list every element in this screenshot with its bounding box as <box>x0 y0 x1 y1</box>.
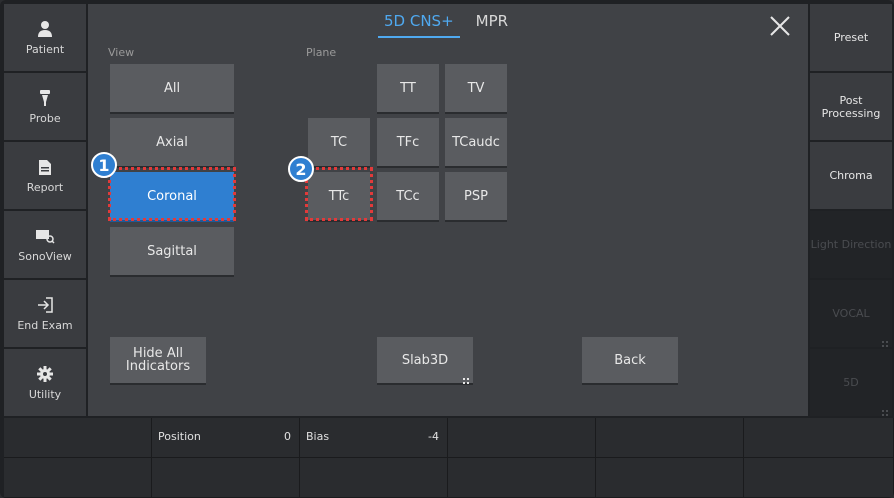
param-cell-empty <box>300 458 448 498</box>
plane-section-label: Plane <box>306 46 337 59</box>
sidebar-item-post-processing[interactable]: Post Processing <box>810 73 892 141</box>
bias-label: Bias <box>306 430 330 443</box>
plane-tt-button[interactable]: TT <box>377 64 439 114</box>
annotation-badge-1: 1 <box>91 152 117 178</box>
plane-tfc-button[interactable]: TFc <box>377 118 439 168</box>
param-cell-empty <box>596 418 744 458</box>
mode-tabs: 5D CNS+ MPR <box>378 10 514 40</box>
plane-tc-button[interactable]: TC <box>308 118 370 168</box>
grip-icon <box>882 337 888 347</box>
sidebar-item-5d: 5D <box>810 349 892 417</box>
plane-tcc-button[interactable]: TCc <box>377 172 439 222</box>
tab-5d-cns[interactable]: 5D CNS+ <box>378 10 460 38</box>
param-cell-empty <box>4 458 152 498</box>
sidebar-item-sonoview[interactable]: SonoView <box>4 211 86 279</box>
right-sidebar: Preset Post Processing Chroma Light Dire… <box>810 4 894 417</box>
sidebar-item-label: SonoView <box>18 250 72 263</box>
sidebar-item-probe[interactable]: Probe <box>4 73 86 141</box>
sidebar-item-label: Patient <box>25 43 65 56</box>
sidebar-item-patient[interactable]: Patient <box>4 4 86 72</box>
param-cell-empty <box>152 458 300 498</box>
view-sagittal-button[interactable]: Sagittal <box>110 227 234 277</box>
sidebar-item-label: Report <box>26 181 64 194</box>
position-label: Position <box>158 430 201 443</box>
probe-icon <box>35 88 55 108</box>
param-cell-empty <box>448 458 596 498</box>
sidebar-item-utility[interactable]: Utility <box>4 349 86 417</box>
sonoview-icon <box>35 226 55 246</box>
slab3d-button[interactable]: Slab3D <box>377 337 473 385</box>
bias-parameter[interactable]: Bias -4 <box>300 418 448 458</box>
sidebar-item-report[interactable]: Report <box>4 142 86 210</box>
exit-icon <box>35 295 55 315</box>
parameter-bar: Position 0 Bias -4 <box>4 418 894 498</box>
plane-tv-button[interactable]: TV <box>445 64 507 114</box>
plane-psp-button[interactable]: PSP <box>445 172 507 222</box>
param-cell-empty <box>744 458 894 498</box>
sidebar-item-vocal: VOCAL <box>810 280 892 348</box>
plane-tcaudc-button[interactable]: TCaudc <box>445 118 507 168</box>
annotation-badge-2: 2 <box>288 156 314 182</box>
position-parameter[interactable]: Position 0 <box>152 418 300 458</box>
back-button[interactable]: Back <box>582 337 678 385</box>
person-icon <box>35 19 55 39</box>
position-value: 0 <box>284 430 291 443</box>
sidebar-item-label: End Exam <box>17 319 73 332</box>
param-cell-empty <box>744 418 894 458</box>
view-all-button[interactable]: All <box>110 64 234 114</box>
document-icon <box>35 157 55 177</box>
plane-ttc-button[interactable]: TTc <box>308 172 370 222</box>
bias-value: -4 <box>428 430 439 443</box>
sidebar-item-end-exam[interactable]: End Exam <box>4 280 86 348</box>
left-sidebar: Patient Probe Report SonoView End Exam U… <box>4 4 86 417</box>
sidebar-item-light-direction: Light Direction <box>810 211 892 279</box>
view-axial-button[interactable]: Axial <box>110 118 234 168</box>
5d-label: 5D <box>843 376 859 389</box>
sidebar-item-preset[interactable]: Preset <box>810 4 892 72</box>
grip-icon <box>463 374 469 384</box>
sidebar-item-chroma[interactable]: Chroma <box>810 142 892 210</box>
hide-all-indicators-button[interactable]: Hide All Indicators <box>110 337 206 385</box>
tab-mpr[interactable]: MPR <box>470 10 514 36</box>
vocal-label: VOCAL <box>832 307 870 320</box>
slab3d-label: Slab3D <box>401 352 449 368</box>
gear-icon <box>35 364 55 384</box>
param-cell-empty <box>4 418 152 458</box>
close-icon[interactable] <box>768 14 792 38</box>
view-section-label: View <box>108 46 135 59</box>
param-cell-empty <box>596 458 744 498</box>
sidebar-item-label: Utility <box>28 388 62 401</box>
view-coronal-button[interactable]: Coronal <box>110 172 234 222</box>
app-frame: Patient Probe Report SonoView End Exam U… <box>0 0 894 498</box>
grip-icon <box>882 406 888 416</box>
param-cell-empty <box>448 418 596 458</box>
main-panel: 5D CNS+ MPR View Plane All Axial Coronal… <box>88 4 808 416</box>
sidebar-item-label: Probe <box>29 112 61 125</box>
